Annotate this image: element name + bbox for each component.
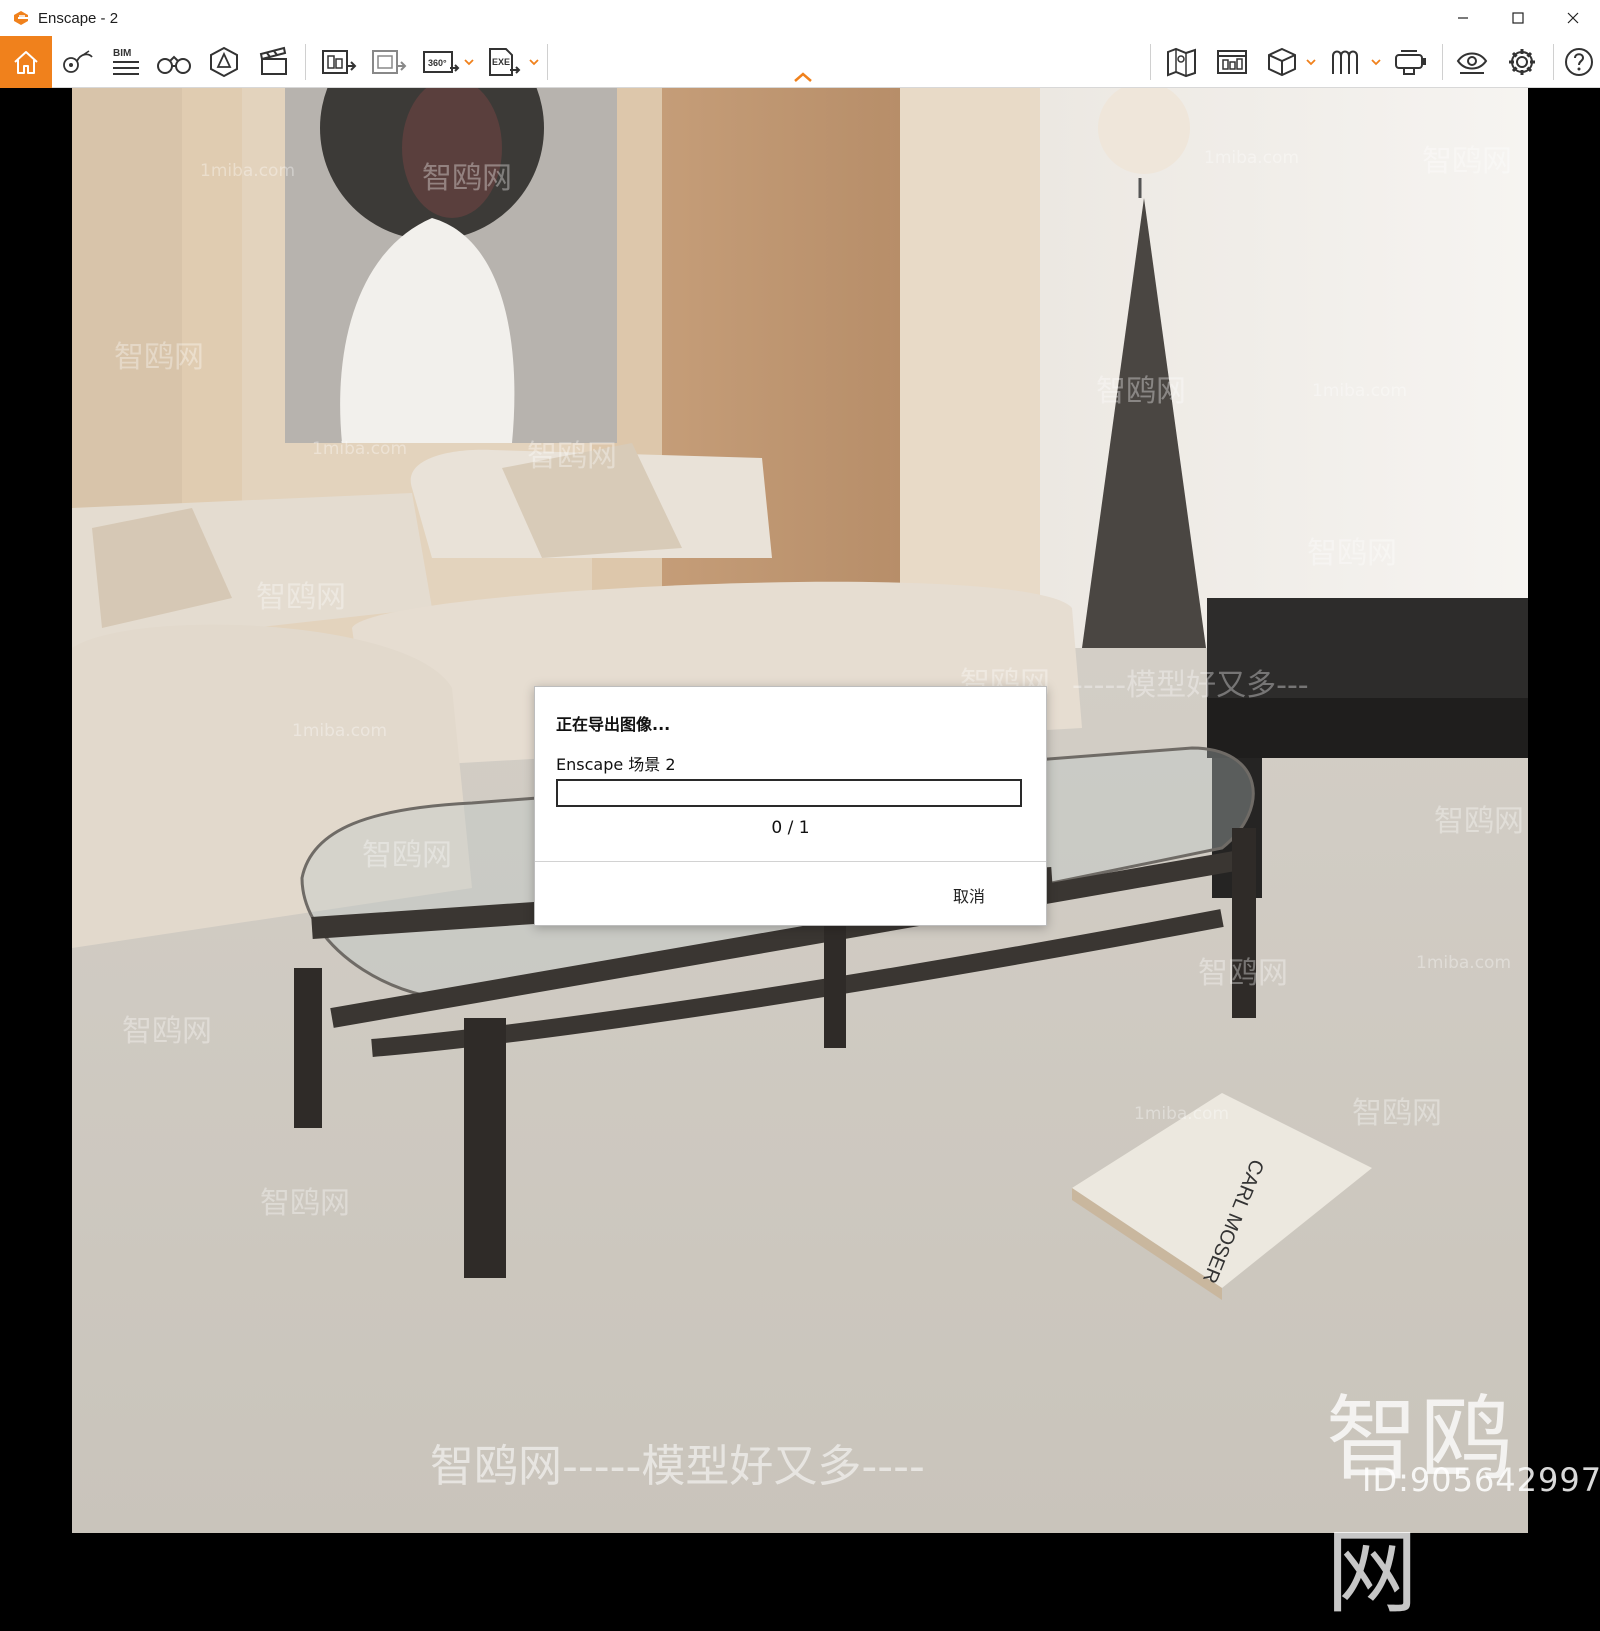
map-button[interactable] [1162,44,1202,80]
dialog-divider [535,861,1046,862]
bim-button[interactable]: BIM [106,44,146,80]
viewport-letterbox-right [1528,88,1600,1533]
asset-icon [210,46,238,78]
watermark-site: 1miba.com [312,439,408,459]
export-progress-bar [556,779,1022,807]
batch-render-button[interactable] [368,44,410,80]
asset-library-button[interactable] [204,44,244,80]
bim-icon: BIM [113,48,139,75]
gallery-icon [1332,50,1358,74]
web-icon [1217,50,1247,74]
map-pin-icon [63,50,93,73]
export-dropdown-chevron-down-icon[interactable] [529,57,539,67]
watermark-brand: 智鸥网 [260,1186,350,1221]
cube-dropdown-chevron-down-icon[interactable] [1306,57,1316,67]
watermark-brand: 智鸥网 [1307,536,1397,571]
gear-icon [1509,49,1535,75]
watermark-site: 1miba.com [1312,381,1408,401]
minimize-icon [1457,17,1468,19]
vr-headset-icon [1395,50,1426,75]
watermark-brand: 智鸥网 [1198,956,1288,991]
watermark-site: 1miba.com [1416,953,1512,973]
watermark-brand: 智鸥网 [114,340,204,375]
clapperboard-icon [259,46,287,75]
binoculars-icon [157,55,191,74]
export-progress-dialog: 正在导出图像... Enscape 场景 2 0 / 1 取消 [534,686,1047,926]
svg-text:EXE: EXE [492,57,510,67]
enscape-logo-icon [14,11,28,25]
watermark-brand: 智鸥网 [422,161,512,196]
binoculars-button[interactable] [154,44,194,80]
watermark-brand: 智鸥网 [1434,804,1524,839]
watermark-bottom-slogan: 智鸥网-----模型好又多---- [430,1441,925,1492]
visual-settings-button[interactable] [1452,44,1492,80]
help-button[interactable] [1560,44,1598,80]
watermark-brand: 智鸥网 [256,580,346,615]
export-exe-button[interactable]: EXE [484,44,524,80]
scene-name: Enscape 场景 2 [556,755,676,774]
close-button[interactable] [1545,0,1600,36]
watermark-brand: 智鸥网 [362,838,452,873]
toolbar-separator [1553,44,1554,80]
eye-icon [1456,52,1488,74]
title-bar: Enscape - 2 [0,0,1600,36]
window-title: Enscape - 2 [38,9,119,27]
watermark-site: 1miba.com [1134,1104,1230,1124]
export-exe-icon: EXE [489,48,521,76]
panorama-gallery-button[interactable] [1326,44,1366,80]
window-controls [1435,0,1600,36]
watermark-brand: 智鸥网 [527,439,617,474]
batch-render-icon [372,50,407,74]
dialog-title: 正在导出图像... [556,715,671,734]
toolbar-separator [1150,44,1151,80]
panorama-button[interactable]: 360° [420,44,462,80]
cube-icon [1268,47,1296,77]
video-editor-button[interactable] [254,44,294,80]
watermark-brand: 智鸥网 [122,1014,212,1049]
close-icon [1567,12,1578,24]
minimize-button[interactable] [1435,0,1490,36]
panorama-dropdown-chevron-down-icon[interactable] [464,57,474,67]
watermark-id: ID:905642997 [1362,1461,1600,1499]
progress-count: 0 / 1 [771,818,810,838]
vr-headset-button[interactable] [1390,44,1430,80]
gallery-dropdown-chevron-down-icon[interactable] [1371,57,1381,67]
home-icon [14,51,38,74]
svg-text:BIM: BIM [113,48,131,59]
watermark-site: 1miba.com [292,721,388,741]
watermark-site: 1miba.com [200,161,296,181]
render-image-icon [322,50,357,74]
maximize-button[interactable] [1490,0,1545,36]
watermark-site: 1miba.com [1204,148,1300,168]
collapse-toolbar-chevron-up-icon[interactable] [792,70,814,84]
toolbar-separator [305,44,306,80]
toolbar-separator [547,44,548,80]
maximize-icon [1511,12,1524,24]
svg-text:360°: 360° [428,58,447,68]
toolbar-separator [1442,44,1443,80]
help-icon [1565,48,1593,76]
viewport-letterbox-left [0,88,72,1533]
map-icon [1167,47,1196,78]
watermark-brand: 智鸥网 [1422,144,1512,179]
watermark-brand: 智鸥网 [1352,1096,1442,1131]
watermark-slogan: -----模型好又多--- [1072,668,1309,703]
home-button[interactable] [0,36,52,88]
render-image-button[interactable] [318,44,360,80]
views-button[interactable] [58,44,98,80]
cube-button[interactable] [1262,44,1302,80]
panorama-360-icon: 360° [423,51,460,73]
cancel-button[interactable]: 取消 [953,883,985,907]
settings-button[interactable] [1502,44,1542,80]
watermark-brand: 智鸥网 [1096,374,1186,409]
web-standalone-button[interactable] [1212,44,1252,80]
